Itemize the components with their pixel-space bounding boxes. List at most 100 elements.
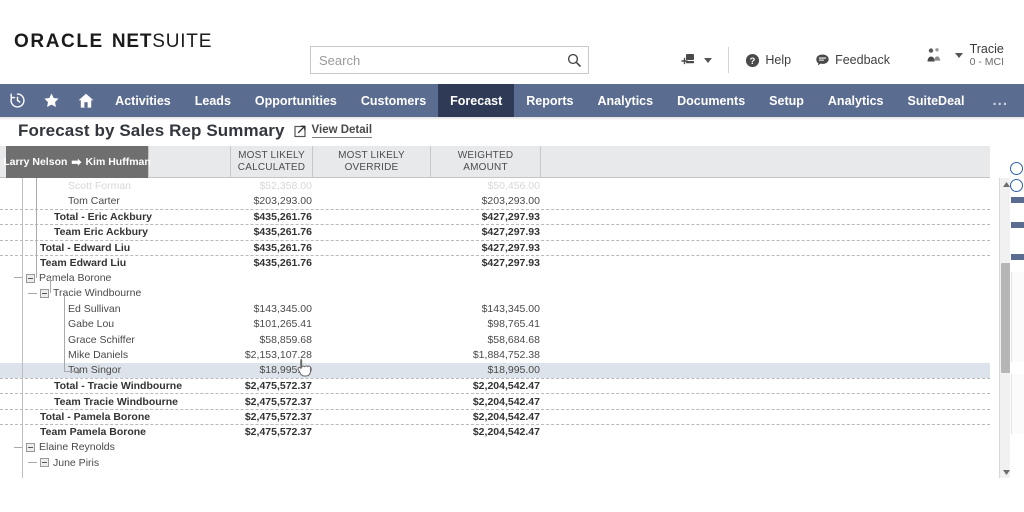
header-actions: ? Help Feedback (669, 42, 902, 78)
breadcrumb-to: Kim Huffman (85, 156, 151, 168)
cell-most-likely-calculated: $18,995.00 (259, 364, 312, 377)
tree-collapse-icon[interactable] (26, 273, 35, 283)
table-row[interactable]: Team Edward Liu $435,261.76 $427,297.93 (0, 254, 990, 270)
cell-weighted-amount: $58,684.68 (487, 333, 540, 346)
table-row[interactable]: Mike Daniels $2,153,107.28 $1,884,752.38 (0, 347, 990, 362)
nav-item-opportunities[interactable]: Opportunities (243, 84, 349, 117)
quick-add-icon (681, 54, 695, 65)
table-row[interactable]: Tom Carter $203,293.00 $203,293.00 (0, 193, 990, 208)
row-label: Mike Daniels (68, 348, 129, 361)
table-row[interactable]: Total - Pamela Borone $2,475,572.37 $2,204… (0, 408, 990, 424)
cell-weighted-amount (406, 440, 540, 455)
recent-history-icon[interactable] (0, 84, 34, 117)
nav-item-leads[interactable]: Leads (183, 84, 243, 117)
nav-item-activities[interactable]: Activities (103, 84, 183, 117)
table-row[interactable]: Team Pamela Borone $2,475,572.37 $2,204,54… (0, 424, 990, 439)
breadcrumb-from: Larry Nelson (3, 156, 68, 168)
table-row[interactable]: Grace Schiffer $58,859.68 $58,684.68 (0, 332, 990, 347)
row-label: Scott Forman (68, 179, 132, 192)
nav-item-reports[interactable]: Reports (514, 84, 585, 117)
cell-most-likely-calculated (176, 440, 312, 455)
feedback-button[interactable]: Feedback (803, 45, 902, 75)
nav-item-forecast[interactable]: Forecast (438, 84, 515, 117)
favorites-star-icon[interactable] (34, 84, 68, 117)
rail-panel-upper (1011, 272, 1024, 362)
table-row[interactable]: Gabe Lou $101,265.41 $98,765.41 (0, 317, 990, 332)
breadcrumb-arrow-icon: ➡ (71, 155, 82, 169)
view-detail-link[interactable]: View Detail (293, 124, 373, 138)
table-row[interactable]: Team Tracie Windbourne $2,475,572.37 $2,20… (0, 393, 990, 408)
table-row[interactable]: Team Eric Ackbury $435,261.76 $427,297.93 (0, 224, 990, 239)
user-caret-icon (954, 52, 963, 58)
nav-item-customers[interactable]: Customers (349, 84, 438, 117)
cell-most-likely-calculated: $101,265.41 (253, 318, 312, 331)
cell-most-likely-calculated: $203,293.00 (253, 195, 312, 208)
nav-item-analytics-2[interactable]: Analytics (816, 84, 896, 117)
rail-widget-3[interactable] (1011, 254, 1024, 260)
help-button[interactable]: ? Help (733, 45, 803, 75)
row-label: Total - Eric Ackbury (54, 210, 153, 223)
quick-add-button[interactable] (669, 45, 724, 75)
cell-most-likely-calculated: $2,475,572.37 (244, 395, 312, 408)
view-detail-icon (293, 125, 306, 138)
cell-weighted-amount: $50,456.00 (487, 179, 540, 192)
nav-item-analytics[interactable]: Analytics (586, 84, 666, 117)
cell-weighted-amount (406, 270, 540, 285)
search-input[interactable] (311, 47, 560, 73)
table-row[interactable]: Total - Tracie Windbourne $2,475,572.37 $2… (0, 378, 990, 393)
user-account-menu[interactable]: Tracie 0 - MCI (926, 42, 1004, 68)
cell-most-likely-calculated: $58,859.68 (259, 333, 312, 346)
tree-collapse-icon[interactable] (40, 458, 49, 468)
rail-widget-2[interactable] (1011, 222, 1024, 228)
table-row[interactable]: Tracie Windbourne (0, 286, 990, 301)
cell-weighted-amount: $427,297.93 (481, 257, 540, 270)
quick-add-caret-icon (704, 57, 713, 63)
header-divider (728, 47, 730, 73)
breadcrumb-tab[interactable]: Larry Nelson ➡ Kim Huffman (3, 146, 151, 178)
nav-item-suitedeal[interactable]: SuiteDeal (896, 84, 977, 117)
nav-overflow-button[interactable]: ... (976, 84, 1024, 117)
cell-most-likely-calculated: $435,261.76 (253, 210, 312, 223)
table-row[interactable]: Ed Sullivan $143,345.00 $143,345.00 (0, 301, 990, 316)
table-row[interactable]: Total - Edward Liu $435,261.76 $427,297.93 (0, 239, 990, 255)
table-row[interactable]: Total - Eric Ackbury $435,261.76 $427,297.… (0, 208, 990, 224)
tree-collapse-icon[interactable] (40, 288, 49, 298)
column-header-weighted-amount[interactable]: WEIGHTED AMOUNT (430, 146, 540, 177)
cell-weighted-amount: $427,297.93 (481, 241, 540, 254)
global-search[interactable] (310, 46, 589, 74)
search-icon[interactable] (560, 47, 588, 73)
view-detail-label: View Detail (311, 124, 373, 138)
column-header-most-likely-calculated[interactable]: MOST LIKELY CALCULATED (230, 146, 312, 177)
oracle-netsuite-logo[interactable]: ORACLE NETSUITE (14, 31, 212, 53)
tree-collapse-icon[interactable] (26, 442, 35, 452)
table-row[interactable]: Elaine Reynolds (0, 440, 990, 455)
feedback-icon (816, 54, 829, 65)
nav-item-documents[interactable]: Documents (665, 84, 757, 117)
table-row[interactable]: Pamela Borone (0, 270, 990, 285)
table-row[interactable]: June Piris (0, 455, 990, 470)
rail-collapse-icon[interactable] (1010, 179, 1023, 192)
table-row[interactable]: Scott Forman $52,358.00 $50,456.00 (0, 178, 990, 193)
home-icon[interactable] (69, 84, 103, 117)
row-label: Total - Edward Liu (40, 241, 131, 254)
oracle-wordmark: ORACLE (14, 31, 104, 52)
user-name: Tracie (969, 42, 1004, 56)
nav-shadow (0, 117, 1024, 120)
table-row[interactable]: Tom Singor $18,995.00 $18,995.00 (0, 362, 990, 379)
cell-most-likely-calculated: $143,345.00 (253, 302, 312, 315)
tree-vertical-line (64, 293, 65, 371)
rail-widget-1[interactable] (1011, 197, 1024, 203)
column-header-most-likely-override[interactable]: MOST LIKELY OVERRIDE (312, 146, 430, 177)
cell-weighted-amount: $18,995.00 (487, 364, 540, 377)
row-label: Elaine Reynolds (39, 441, 115, 454)
netsuite-wordmark-light: SUITE (152, 31, 213, 52)
cell-weighted-amount: $427,297.93 (481, 210, 540, 223)
rail-info-icon[interactable] (1010, 162, 1023, 175)
cell-weighted-amount: $1,884,752.38 (472, 348, 540, 361)
tree-connector-line (64, 370, 78, 372)
nav-item-setup[interactable]: Setup (757, 84, 816, 117)
cell-most-likely-calculated: $435,261.76 (253, 241, 312, 254)
row-label: Team Eric Ackbury (54, 226, 148, 239)
svg-text:?: ? (750, 55, 756, 65)
row-label: Ed Sullivan (68, 302, 121, 315)
